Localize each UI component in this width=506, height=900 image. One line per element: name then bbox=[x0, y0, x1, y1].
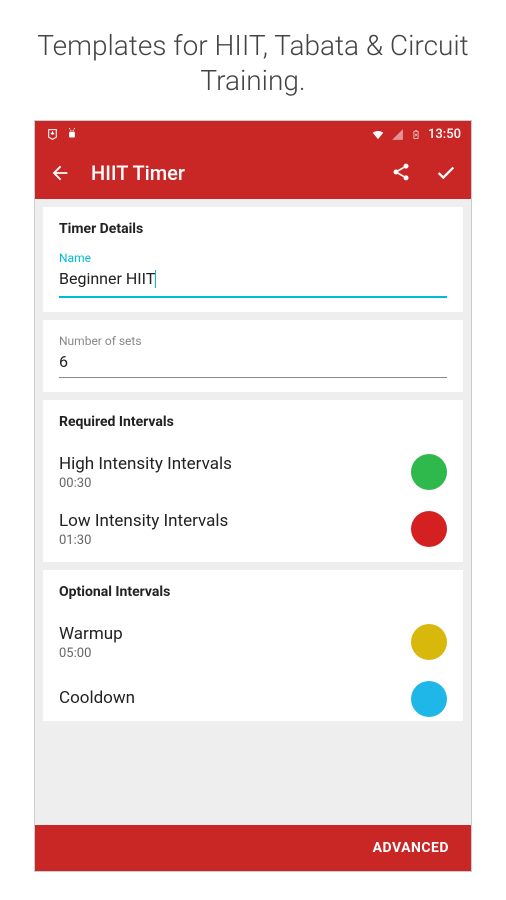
status-bar: 13:50 bbox=[35, 121, 471, 147]
device-frame: 13:50 HIIT Timer Timer Details Name Begi… bbox=[34, 120, 472, 872]
section-title: Timer Details bbox=[59, 221, 447, 237]
section-title: Optional Intervals bbox=[59, 584, 447, 600]
interval-time: 05:00 bbox=[59, 646, 411, 661]
interval-name: High Intensity Intervals bbox=[59, 454, 411, 474]
status-time: 13:50 bbox=[428, 127, 461, 142]
share-icon[interactable] bbox=[391, 162, 413, 184]
color-dot[interactable] bbox=[411, 681, 447, 717]
app-bar: HIIT Timer bbox=[35, 147, 471, 199]
wifi-icon bbox=[371, 127, 385, 141]
content-scroll[interactable]: Timer Details Name Beginner HIIT Number … bbox=[35, 199, 471, 827]
app-title: HIIT Timer bbox=[91, 161, 369, 185]
color-dot[interactable] bbox=[411, 511, 447, 547]
color-dot[interactable] bbox=[411, 454, 447, 490]
required-intervals-card: Required Intervals High Intensity Interv… bbox=[43, 400, 463, 562]
name-label: Name bbox=[59, 251, 447, 265]
interval-name: Cooldown bbox=[59, 688, 411, 708]
interval-row[interactable]: Low Intensity Intervals 01:30 bbox=[59, 501, 447, 558]
signal-icon bbox=[390, 127, 404, 141]
battery-icon bbox=[409, 127, 423, 141]
optional-intervals-card: Optional Intervals Warmup 05:00 Cooldown bbox=[43, 570, 463, 721]
back-icon[interactable] bbox=[49, 162, 71, 184]
interval-name: Low Intensity Intervals bbox=[59, 511, 411, 531]
name-field[interactable]: Beginner HIIT bbox=[59, 265, 447, 298]
timer-details-card: Timer Details Name Beginner HIIT bbox=[43, 207, 463, 312]
interval-row[interactable]: High Intensity Intervals 00:30 bbox=[59, 444, 447, 501]
interval-name: Warmup bbox=[59, 624, 411, 644]
advanced-button[interactable]: ADVANCED bbox=[373, 840, 449, 856]
interval-row[interactable]: Warmup 05:00 bbox=[59, 614, 447, 671]
sets-label: Number of sets bbox=[59, 334, 447, 348]
footer-bar: ADVANCED bbox=[35, 825, 471, 871]
promo-text: Templates for HIIT, Tabata & Circuit Tra… bbox=[0, 0, 506, 120]
check-icon[interactable] bbox=[435, 162, 457, 184]
section-title: Required Intervals bbox=[59, 414, 447, 430]
interval-time: 01:30 bbox=[59, 533, 411, 548]
interval-row[interactable]: Cooldown bbox=[59, 671, 447, 717]
sets-card: Number of sets 6 bbox=[43, 320, 463, 392]
interval-time: 00:30 bbox=[59, 476, 411, 491]
adb-icon bbox=[65, 127, 79, 141]
color-dot[interactable] bbox=[411, 624, 447, 660]
sets-field[interactable]: 6 bbox=[59, 348, 447, 378]
download-icon bbox=[45, 127, 59, 141]
